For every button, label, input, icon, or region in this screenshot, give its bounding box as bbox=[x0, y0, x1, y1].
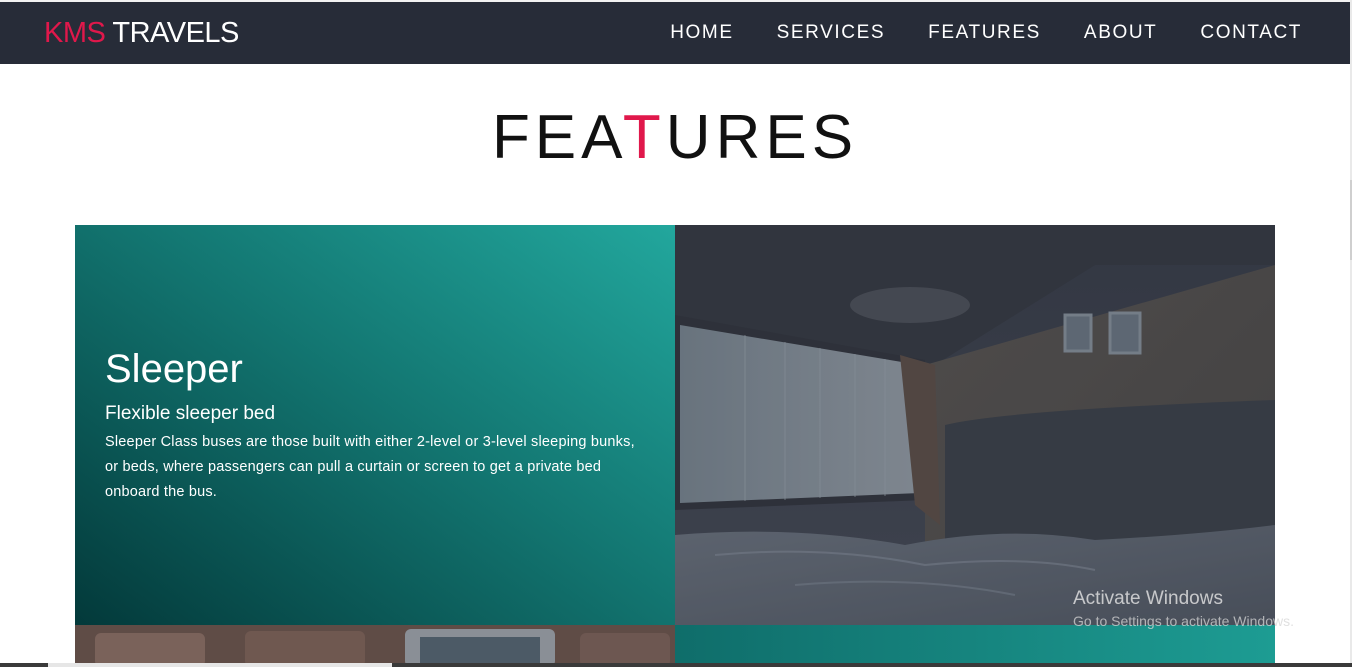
sleeper-bus-interior-image bbox=[675, 225, 1275, 625]
nav-menu: HOME SERVICES FEATURES ABOUT CONTACT bbox=[670, 21, 1302, 45]
feature-subtitle: Flexible sleeper bed bbox=[105, 403, 276, 424]
bottom-bar-highlight bbox=[48, 663, 392, 667]
nav-link-about[interactable]: ABOUT bbox=[1084, 21, 1157, 45]
title-part-after: URES bbox=[665, 103, 859, 172]
feature-card-text: Sleeper Flexible sleeper bed Sleeper Cla… bbox=[75, 225, 675, 625]
brand-part1: KMS bbox=[44, 17, 106, 49]
brand-logo[interactable]: KMS TRAVELS bbox=[44, 16, 239, 50]
feature-card-text-2 bbox=[675, 625, 1275, 667]
nav-link-contact[interactable]: CONTACT bbox=[1200, 21, 1302, 45]
section-title: FEATURES bbox=[0, 100, 1350, 176]
nav-link-home[interactable]: HOME bbox=[670, 21, 733, 45]
feature-description: Sleeper Class buses are those built with… bbox=[105, 434, 635, 500]
title-part-before: FEA bbox=[491, 103, 623, 172]
nav-link-services[interactable]: SERVICES bbox=[777, 21, 886, 45]
navbar: KMS TRAVELS HOME SERVICES FEATURES ABOUT… bbox=[0, 2, 1350, 64]
brand-part2: TRAVELS bbox=[112, 17, 239, 49]
feature-title: Sleeper bbox=[105, 347, 243, 391]
windows-activation-subtitle[interactable]: Go to Settings to activate Windows. bbox=[1073, 613, 1294, 629]
title-accent-letter: T bbox=[622, 103, 666, 172]
bus-interior-illustration bbox=[675, 225, 1275, 625]
bus-seats-illustration bbox=[75, 625, 675, 667]
nav-link-features[interactable]: FEATURES bbox=[928, 21, 1041, 45]
bus-seats-image bbox=[75, 625, 675, 667]
windows-activation-title: Activate Windows bbox=[1073, 588, 1223, 609]
